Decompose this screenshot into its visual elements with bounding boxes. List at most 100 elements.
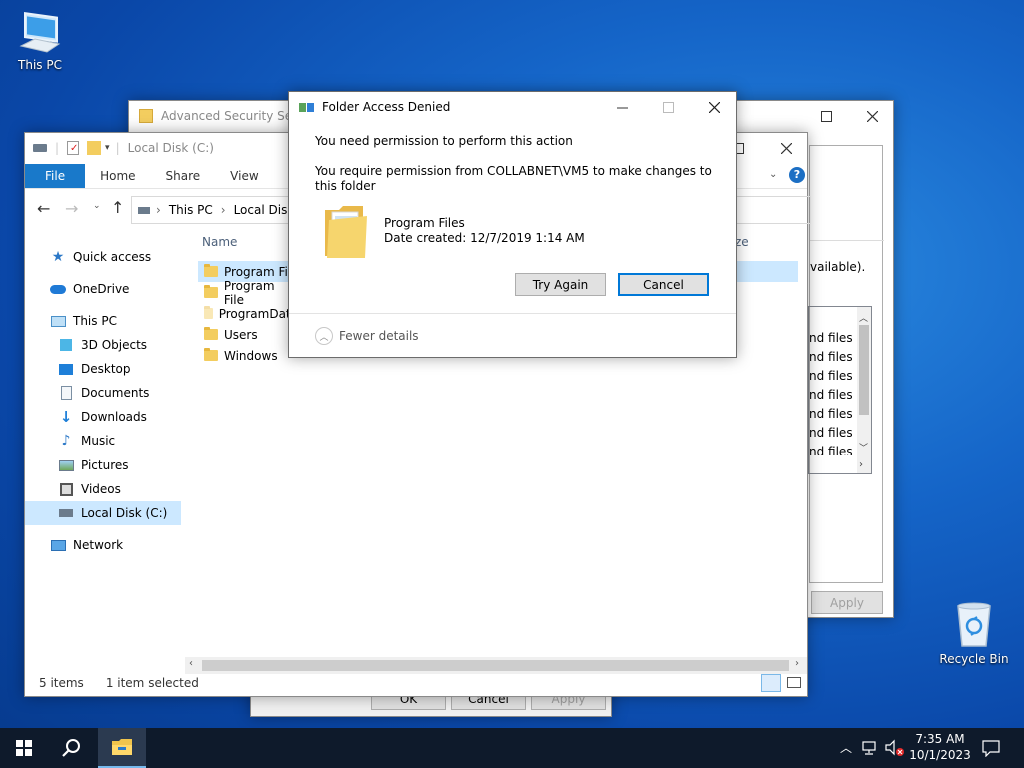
chevron-up-icon[interactable]: ︿ (859, 311, 868, 324)
folder-icon (204, 264, 218, 277)
nav-item-pictures[interactable]: Pictures (25, 453, 181, 477)
search-icon (62, 739, 80, 757)
explorer-window-title: Local Disk (C:) (127, 141, 214, 155)
help-icon[interactable]: ? (789, 167, 805, 183)
nav-item-local-disk[interactable]: Local Disk (C:) (25, 501, 181, 525)
status-selection: 1 item selected (105, 676, 199, 690)
table-row[interactable]: Users (198, 324, 298, 345)
computer-icon (19, 11, 61, 53)
nav-item-quick-access[interactable]: ★ Quick access (25, 245, 181, 269)
table-row[interactable]: Program File (198, 279, 298, 307)
clock[interactable]: 7:35 AM 10/1/2023 (908, 731, 972, 763)
start-button[interactable] (0, 728, 48, 768)
search-button[interactable] (48, 728, 96, 768)
taskbar: ︿ 7:35 AM 10/1/2023 (0, 728, 1024, 768)
table-row[interactable]: ProgramData (198, 303, 298, 324)
recent-locations-icon[interactable]: ⌄ (93, 201, 101, 211)
cloud-icon (49, 281, 67, 297)
fewer-details-toggle[interactable]: ︿ Fewer details (315, 327, 419, 345)
chevron-right-icon[interactable]: › (859, 459, 863, 470)
network-icon[interactable] (862, 740, 880, 756)
tab-home[interactable]: Home (85, 164, 150, 188)
new-folder-icon[interactable] (87, 141, 102, 155)
up-arrow-icon[interactable]: ↑ (111, 198, 124, 217)
folder-access-denied-dialog: Folder Access Denied You need permission… (288, 91, 737, 358)
chevron-down-icon[interactable]: ⌄ (769, 169, 777, 180)
fewer-details-label: Fewer details (339, 329, 419, 343)
picture-icon (57, 457, 75, 473)
desktop-icon-label: Recycle Bin (939, 652, 1009, 666)
dialog-title: Folder Access Denied (322, 100, 451, 114)
list-item: nd files (809, 407, 853, 421)
nav-item-onedrive[interactable]: OneDrive (25, 277, 181, 301)
list-item: nd files (809, 350, 853, 364)
music-note-icon: ♪ (61, 433, 71, 449)
list-scrollbar[interactable]: ︿ ﹀ › (857, 306, 872, 474)
minimize-icon (616, 107, 628, 108)
list-item: nd files (809, 388, 853, 402)
folder-icon (204, 285, 218, 298)
cancel-button[interactable]: Cancel (618, 273, 709, 296)
table-row[interactable]: Windows (198, 345, 298, 366)
tab-view[interactable]: View (215, 164, 273, 188)
breadcrumb-this-pc[interactable]: This PC (169, 203, 213, 217)
close-icon (780, 142, 792, 154)
file-explorer-icon (112, 739, 132, 755)
nav-item-music[interactable]: ♪ Music (25, 429, 181, 453)
taskbar-file-explorer[interactable] (98, 728, 146, 768)
breadcrumb-separator-icon: › (220, 203, 226, 217)
chevron-up-icon[interactable]: ︿ (840, 739, 852, 756)
folder-icon (325, 206, 367, 258)
nav-item-label: OneDrive (73, 282, 130, 296)
column-header-size[interactable]: ze (735, 235, 749, 249)
dialog-heading: You need permission to perform this acti… (315, 134, 573, 148)
chevron-down-icon[interactable]: ﹀ (859, 441, 868, 454)
nav-item-documents[interactable]: Documents (25, 381, 181, 405)
list-item: nd files (809, 426, 853, 440)
chevron-right-icon[interactable]: › (795, 658, 799, 669)
scrollbar-thumb[interactable] (859, 325, 869, 415)
nav-item-label: 3D Objects (81, 338, 148, 352)
nav-item-label: Documents (81, 386, 150, 400)
maximize-button[interactable] (803, 101, 849, 131)
close-button[interactable] (691, 92, 737, 122)
security-inner-panel: vailable). nd files nd files nd files nd… (808, 145, 884, 583)
breadcrumb-local-disk[interactable]: Local Disk (234, 203, 295, 217)
tab-file[interactable]: File (25, 164, 86, 188)
chevron-down-icon[interactable]: ▾ (105, 143, 110, 153)
status-item-count: 5 items (39, 676, 84, 690)
nav-item-desktop[interactable]: Desktop (25, 357, 181, 381)
properties-icon[interactable]: ✓ (67, 141, 80, 155)
volume-muted-icon[interactable] (884, 739, 906, 757)
maximize-button (645, 92, 691, 122)
minimize-button[interactable] (599, 92, 645, 122)
column-header-name[interactable]: Name (202, 235, 237, 249)
nav-item-label: Videos (81, 482, 121, 496)
details-view-icon[interactable] (761, 674, 781, 692)
nav-item-3d-objects[interactable]: 3D Objects (25, 333, 181, 357)
notification-icon[interactable] (982, 739, 1000, 757)
nav-item-label: Music (81, 434, 116, 448)
forward-arrow-icon[interactable]: → (65, 199, 78, 218)
nav-item-label: Pictures (81, 458, 129, 472)
drive-icon (33, 144, 47, 152)
nav-item-label: Desktop (81, 362, 131, 376)
back-arrow-icon[interactable]: ← (37, 199, 50, 218)
try-again-button[interactable]: Try Again (515, 273, 606, 296)
file-name: ProgramData (218, 306, 298, 321)
large-icons-view-icon[interactable] (787, 677, 801, 688)
folder-icon (139, 109, 153, 123)
chevron-left-icon[interactable]: ‹ (189, 658, 193, 669)
desktop-icon-this-pc[interactable]: This PC (0, 8, 80, 72)
nav-item-network[interactable]: Network (25, 533, 181, 557)
nav-item-downloads[interactable]: ↓ Downloads (25, 405, 181, 429)
folder-move-icon (299, 102, 314, 112)
clock-time: 7:35 AM (915, 732, 965, 746)
nav-item-videos[interactable]: Videos (25, 477, 181, 501)
tab-share[interactable]: Share (151, 164, 216, 188)
close-button[interactable] (849, 101, 895, 131)
desktop-icon-recycle-bin[interactable]: Recycle Bin (934, 600, 1014, 666)
nav-item-this-pc[interactable]: This PC (25, 309, 181, 333)
security-apply-button[interactable]: Apply (811, 591, 883, 614)
close-button[interactable] (763, 133, 809, 163)
